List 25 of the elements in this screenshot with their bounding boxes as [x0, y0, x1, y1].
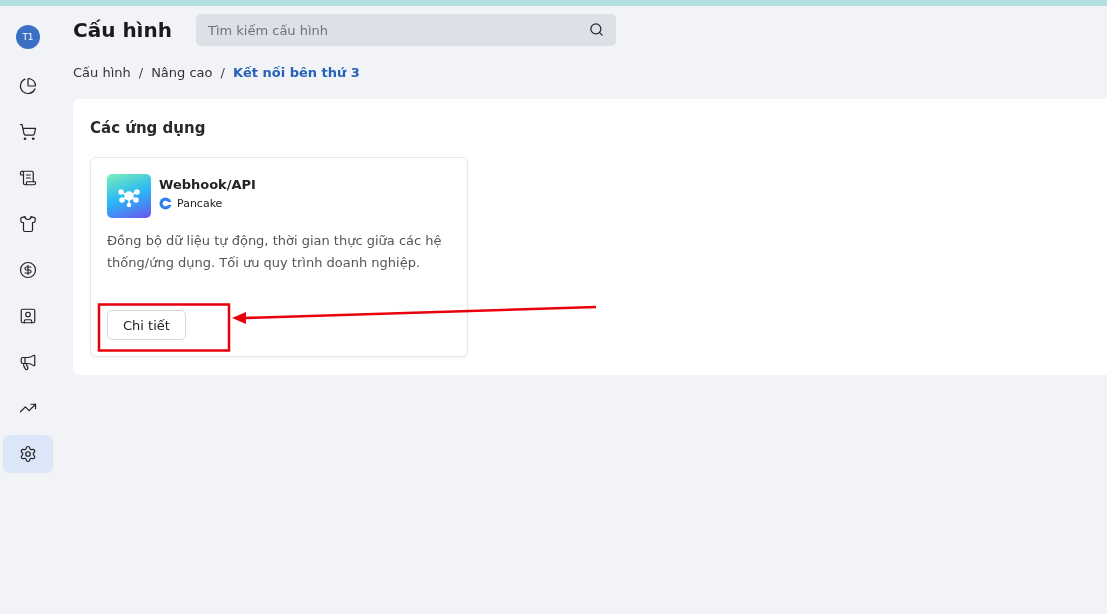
shirt-icon — [19, 215, 37, 233]
settings-icon — [19, 445, 37, 463]
app-logo-icon — [107, 174, 151, 218]
breadcrumb-link[interactable]: Cấu hình — [73, 64, 131, 80]
provider-name: Pancake — [177, 197, 223, 210]
breadcrumb-link[interactable]: Kết nối bên thứ 3 — [232, 64, 360, 80]
breadcrumb-separator: / — [220, 64, 225, 80]
contact-card-icon — [19, 307, 37, 325]
breadcrumb-link[interactable]: Nâng cao — [151, 64, 213, 80]
page-title: Cấu hình — [73, 18, 172, 42]
megaphone-icon — [19, 353, 37, 371]
search-icon — [588, 22, 604, 37]
search-field[interactable]: Tìm kiếm cấu hình — [195, 14, 616, 46]
user-avatar[interactable]: T1 — [16, 25, 40, 49]
dollar-icon — [19, 261, 37, 279]
cart-icon — [19, 123, 37, 141]
app-name: Webhook/API — [159, 177, 256, 192]
details-button[interactable]: Chi tiết — [107, 310, 186, 340]
section-title: Các ứng dụng — [90, 119, 207, 137]
scroll-icon — [19, 169, 37, 187]
provider-logo-icon — [159, 197, 172, 210]
app-description: Đồng bộ dữ liệu tự động, thời gian thực giữa các hệ thống/ứng dụng. Tối ưu quy trình doanh nghiệp. — [107, 232, 443, 272]
breadcrumb-separator: / — [138, 64, 144, 80]
settings-nav[interactable] — [3, 435, 53, 473]
pie-chart-icon — [19, 77, 37, 95]
